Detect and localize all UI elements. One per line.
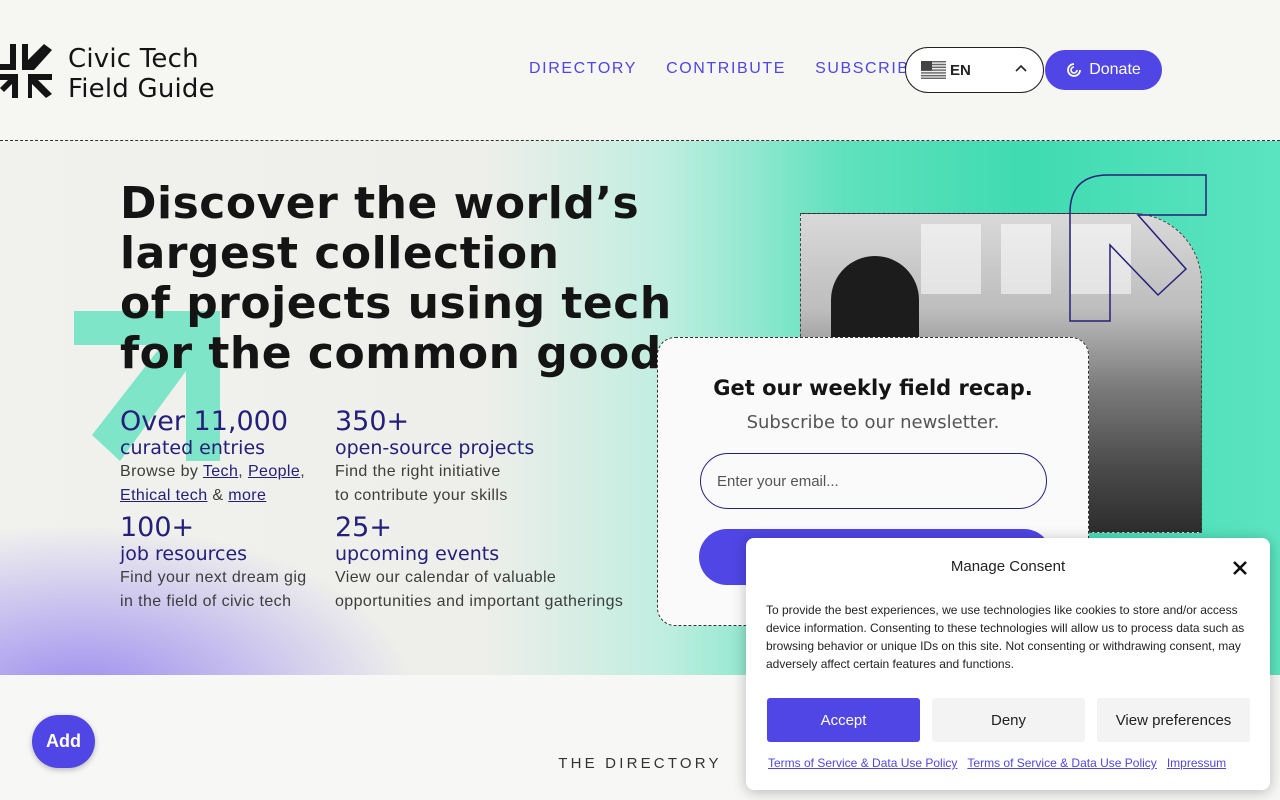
nav-contribute[interactable]: CONTRIBUTE	[666, 60, 786, 78]
stat-description-line-2: to contribute your skills	[335, 487, 508, 504]
stat-number: 25+	[335, 512, 392, 543]
chevron-up-icon	[1015, 64, 1027, 72]
stat-description: Find your next dream gig in the field of…	[120, 566, 335, 614]
stat-upcoming-events: 25+ upcoming events View our calendar of…	[335, 514, 655, 614]
stat-label: open-source projects	[335, 437, 535, 459]
terms-link[interactable]: Terms of Service & Data Use Policy	[768, 756, 957, 770]
donate-button[interactable]: Donate	[1045, 50, 1162, 90]
impressum-link[interactable]: Impressum	[1167, 756, 1226, 770]
logo[interactable]: Civic Tech Field Guide	[0, 44, 215, 104]
stat-description-line-2: in the field of civic tech	[120, 593, 292, 610]
hero-heading-line-2: largest collection	[120, 228, 560, 279]
consent-title: Manage Consent	[950, 558, 1066, 575]
logo-arrows-icon	[0, 44, 52, 98]
stat-label: curated entries	[120, 437, 266, 459]
terms-link[interactable]: Terms of Service & Data Use Policy	[967, 756, 1156, 770]
accept-button[interactable]: Accept	[767, 698, 920, 742]
consent-dialog: Manage Consent To provide the best exper…	[746, 538, 1270, 790]
site-header: Civic Tech Field Guide DIRECTORY CONTRIB…	[0, 0, 1280, 141]
deny-button[interactable]: Deny	[932, 698, 1085, 742]
us-flag-icon	[921, 61, 946, 79]
logo-text: Civic Tech Field Guide	[68, 44, 215, 104]
stat-label: job resources	[120, 543, 248, 565]
stat-number: 350+	[335, 406, 410, 437]
email-field[interactable]	[700, 453, 1047, 509]
language-label: EN	[950, 61, 971, 79]
stat-number: 100+	[120, 512, 195, 543]
view-preferences-button[interactable]: View preferences	[1097, 698, 1250, 742]
stat-label: upcoming events	[335, 543, 500, 565]
newsletter-title: Get our weekly field recap.	[713, 376, 1033, 400]
link-more[interactable]: more	[228, 487, 266, 504]
stat-description: Find the right initiative to contribute …	[335, 460, 575, 508]
hero-heading-line-1: Discover the world’s	[120, 178, 640, 229]
hero-heading-line-3: of projects using tech	[120, 278, 672, 329]
stat-open-source-projects: 350+ open-source projects Find the right…	[335, 408, 575, 508]
stat-description: Browse by Tech, People, Ethical tech & m…	[120, 463, 306, 504]
hero-heading: Discover the world’s largest collection …	[120, 179, 720, 379]
stat-description: View our calendar of valuable opportunit…	[335, 566, 655, 614]
donate-swirl-icon	[1067, 63, 1082, 77]
stat-description-line-1: View our calendar of valuable	[335, 569, 557, 586]
stat-description-line-1: Find your next dream gig	[120, 569, 307, 586]
language-selector[interactable]: EN	[905, 47, 1044, 93]
stat-description-line-2: opportunities and important gatherings	[335, 593, 624, 610]
link-ethical-tech[interactable]: Ethical tech	[120, 487, 208, 504]
link-people[interactable]: People	[248, 463, 300, 480]
outline-arrow-decoration	[1069, 174, 1207, 322]
logo-line-2: Field Guide	[68, 74, 215, 104]
newsletter-subtitle: Subscribe to our newsletter.	[746, 412, 1000, 433]
logo-line-1: Civic Tech	[68, 44, 199, 74]
stat-job-resources: 100+ job resources Find your next dream …	[120, 514, 335, 614]
hero-heading-line-4: for the common good.	[120, 328, 679, 379]
stat-number: Over 11,000	[120, 406, 288, 437]
directory-eyebrow: THE DIRECTORY	[558, 755, 722, 772]
consent-links: Terms of Service & Data Use Policy Terms…	[768, 756, 1226, 770]
consent-text: To provide the best experiences, we use …	[766, 603, 1245, 671]
link-tech[interactable]: Tech	[203, 463, 238, 480]
donate-label: Donate	[1089, 61, 1141, 78]
stat-curated-entries: Over 11,000 curated entries Browse by Te…	[120, 408, 330, 508]
browse-by-text: Browse by	[120, 463, 203, 480]
main-nav: DIRECTORY CONTRIBUTE SUBSCRIBE	[529, 60, 922, 78]
nav-directory[interactable]: DIRECTORY	[529, 60, 637, 78]
stat-description-line-1: Find the right initiative	[335, 463, 501, 480]
close-icon[interactable]	[1230, 558, 1250, 578]
add-button[interactable]: Add	[32, 715, 95, 768]
